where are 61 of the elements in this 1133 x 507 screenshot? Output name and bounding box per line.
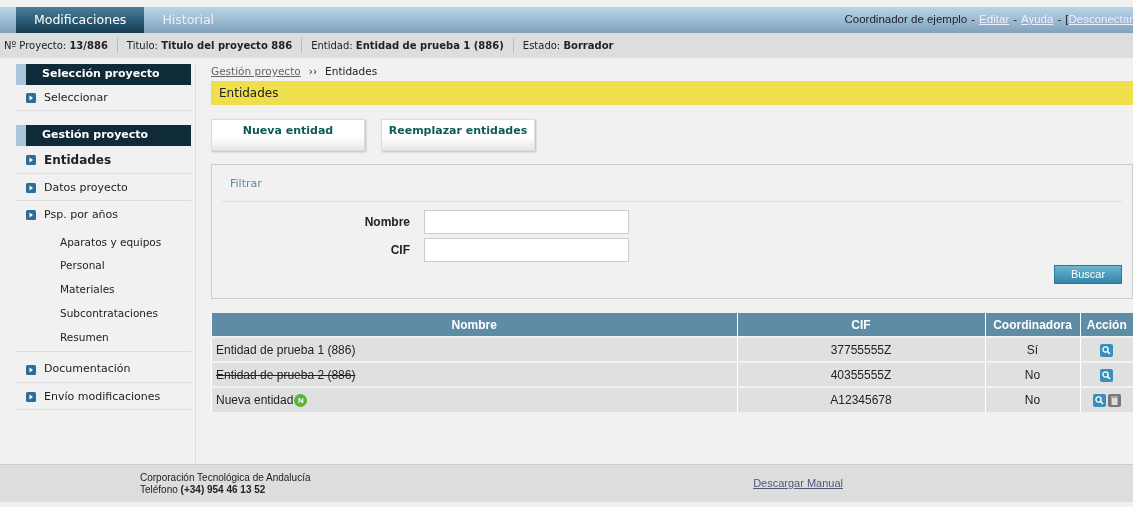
separator: - — [1057, 12, 1062, 28]
field-label: Nombre — [363, 213, 411, 231]
action-button[interactable]: Nueva entidad — [211, 119, 365, 151]
breadcrumb-separator: ›› — [308, 65, 318, 77]
bracket: [ — [1065, 12, 1069, 28]
new-badge: N — [294, 394, 308, 408]
arrow-bullet-icon — [26, 392, 36, 402]
action-button[interactable]: Reemplazar entidades — [381, 119, 535, 151]
column-header: Acción — [1080, 313, 1133, 337]
table-cell: No — [985, 387, 1080, 412]
sidebar-subitem[interactable]: Aparatos y equipos — [16, 230, 191, 255]
filter-title: Filtrar — [222, 171, 1122, 202]
footer-text: Corporación Tecnológica de Andalucía — [140, 471, 311, 484]
info-item: Titulo: Titulo del proyecto 886 — [116, 38, 302, 53]
sidebar-subitem[interactable]: Resumen — [16, 325, 191, 350]
column-header: Nombre — [211, 313, 737, 337]
input-field[interactable] — [424, 237, 629, 262]
separator: - — [971, 12, 976, 28]
table-cell: A12345678 — [737, 387, 985, 412]
table-cell: No — [985, 362, 1080, 387]
info-item: Estado: Borrador — [512, 38, 623, 53]
search-icon[interactable] — [1100, 368, 1114, 382]
user-name: Coordinador de ejemplo — [844, 12, 968, 28]
table-cell: 37755555Z — [737, 337, 985, 362]
sidebar-subitem[interactable]: Materiales — [16, 278, 191, 302]
table-cell: Sí — [985, 337, 1080, 362]
trash-icon[interactable] — [1107, 394, 1121, 408]
section-header: Selección proyecto — [16, 64, 191, 85]
page-title: Entidades — [211, 81, 1133, 105]
breadcrumb-link[interactable]: Gestión proyecto — [211, 65, 301, 77]
table-cell: Entidad de prueba 2 (886) — [216, 367, 356, 382]
separator: - — [1013, 12, 1017, 28]
footer-text: Teléfono (+34) 954 46 13 52 — [140, 483, 267, 496]
sidebar-item[interactable]: Datos proyecto — [16, 176, 191, 201]
search-icon[interactable] — [1092, 394, 1106, 408]
sidebar-item[interactable]: Psp. por años — [16, 204, 191, 228]
table-cell: Entidad de prueba 1 (886) — [216, 342, 356, 357]
arrow-bullet-icon — [26, 364, 36, 375]
input-field[interactable] — [424, 209, 629, 234]
sidebar-subitem[interactable]: Personal — [16, 254, 191, 278]
arrow-bullet-icon — [26, 210, 36, 221]
sidebar-item[interactable]: Entidades — [16, 147, 191, 174]
sidebar-item[interactable]: Envío modificaciones — [16, 385, 191, 411]
section-header: Gestión proyecto — [16, 125, 191, 146]
search-icon[interactable] — [1100, 343, 1114, 357]
table-cell: Nueva entidad — [216, 393, 294, 407]
nav-tab[interactable]: Modificaciones — [16, 7, 145, 33]
table-cell: 40355555Z — [737, 362, 985, 387]
sidebar-subitem[interactable]: Subcontrataciones — [16, 301, 191, 326]
download-link[interactable]: Descargar Manual — [753, 476, 843, 491]
arrow-bullet-icon — [26, 92, 36, 103]
column-header: CIF — [737, 313, 985, 337]
arrow-bullet-icon — [26, 154, 36, 165]
info-item: Entidad: Entidad de prueba 1 (886) — [301, 38, 513, 53]
info-item: Nº Proyecto: 13/886 — [4, 39, 109, 53]
column-header: Coordinadora — [985, 313, 1080, 337]
field-label: CIF — [389, 241, 411, 259]
arrow-bullet-icon — [26, 182, 36, 193]
sidebar-item[interactable]: Seleccionar — [16, 86, 191, 111]
sidebar-item[interactable]: Documentación — [16, 358, 191, 383]
breadcrumb-current: Entidades — [325, 65, 378, 77]
